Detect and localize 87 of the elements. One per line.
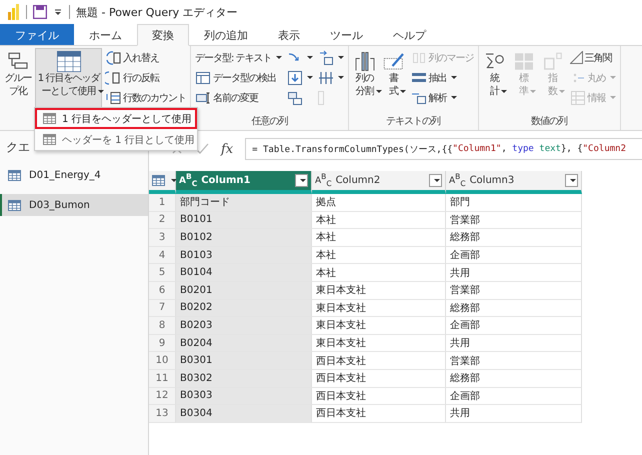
- table-cell: B0204: [176, 334, 312, 352]
- ribbon-button[interactable]: 1 行目をヘッダーとして使用: [35, 48, 102, 110]
- table-cell: B0202: [176, 300, 312, 318]
- table-cell: B0103: [176, 246, 312, 264]
- table-cell: 企画部: [446, 246, 582, 264]
- table-cell: 総務部: [446, 300, 582, 318]
- row-number: 11: [149, 370, 176, 388]
- table-cell: 営業部: [446, 212, 582, 230]
- row-number: 1: [149, 194, 176, 212]
- ribbon-tab[interactable]: 表示: [263, 24, 315, 45]
- row-number: 10: [149, 352, 176, 370]
- table-cell: 東日本支社: [312, 282, 446, 300]
- table-cell: 本社: [312, 212, 446, 230]
- row-number: 6: [149, 282, 176, 300]
- ribbon-tab[interactable]: 変換: [137, 24, 189, 46]
- table-cell: B0101: [176, 212, 312, 230]
- query-item[interactable]: D01_Energy_4: [0, 164, 148, 186]
- ribbon-button[interactable]: 行の反転: [103, 68, 188, 87]
- pane-title: クエ: [6, 139, 30, 156]
- ribbon-tab[interactable]: ヘルプ: [378, 24, 441, 45]
- table-cell: 西日本支社: [312, 388, 446, 406]
- table-cell: 共用: [446, 334, 582, 352]
- ribbon-tab[interactable]: ホーム: [74, 24, 137, 45]
- column-header[interactable]: A$^{B}$$_{C}$ Column1: [176, 171, 312, 194]
- table-cell: 西日本支社: [312, 405, 446, 423]
- row-number: 2: [149, 212, 176, 230]
- ribbon-button[interactable]: 入れ替え: [103, 48, 188, 67]
- row-number: 7: [149, 300, 176, 318]
- table-cell: B0301: [176, 352, 312, 370]
- column-header[interactable]: A$^{B}$$_{C}$ Column3: [446, 171, 582, 194]
- table-cell: 営業部: [446, 282, 582, 300]
- table-cell: B0203: [176, 317, 312, 335]
- row-number: 3: [149, 229, 176, 247]
- table-cell: 拠点: [312, 194, 446, 212]
- table-cell: 東日本支社: [312, 317, 446, 335]
- row-number: 13: [149, 405, 176, 423]
- table-cell: 西日本支社: [312, 352, 446, 370]
- ribbon-button[interactable]: 抽出: [408, 68, 476, 87]
- table-cell: B0201: [176, 282, 312, 300]
- ribbon-button[interactable]: グループ化: [2, 48, 34, 110]
- row-number: 8: [149, 317, 176, 335]
- table-cell: 総務部: [446, 229, 582, 247]
- table-cell: 本社: [312, 246, 446, 264]
- ribbon-tab[interactable]: ツール: [315, 24, 378, 45]
- fx-label: fx: [221, 142, 234, 156]
- table-cell: 営業部: [446, 352, 582, 370]
- ribbon-button[interactable]: 書式: [380, 48, 408, 110]
- column-header[interactable]: A$^{B}$$_{C}$ Column2: [312, 171, 446, 194]
- row-number: 4: [149, 246, 176, 264]
- table-cell: 企画部: [446, 388, 582, 406]
- window-title: 無題 - Power Query エディター: [76, 4, 238, 20]
- menu-item[interactable]: 1 行目をヘッダーとして使用: [35, 108, 197, 129]
- table-cell: B0303: [176, 388, 312, 406]
- table-cell: 共用: [446, 405, 582, 423]
- ribbon-button[interactable]: 行数のカウント: [103, 88, 188, 107]
- ribbon-button[interactable]: データ型: テキスト: [193, 48, 284, 67]
- row-number: 5: [149, 264, 176, 282]
- table-cell: 共用: [446, 264, 582, 282]
- group-label: 数値の列: [530, 115, 568, 129]
- ribbon-button[interactable]: 統計: [480, 48, 509, 110]
- table-cell: 西日本支社: [312, 370, 446, 388]
- table-cell: 総務部: [446, 370, 582, 388]
- table-cell: 東日本支社: [312, 300, 446, 318]
- table-cell: B0104: [176, 264, 312, 282]
- ribbon-button[interactable]: 列の分割: [350, 48, 379, 110]
- formula-field[interactable]: = Table.TransformColumnTypes(ソース,{{"Column1", type text}, {"Column2: [245, 138, 642, 160]
- group-label: テキストの列: [385, 115, 442, 129]
- ribbon-button[interactable]: 名前の変更: [193, 88, 284, 107]
- query-item[interactable]: D03_Bumon: [0, 194, 148, 216]
- row-number: 12: [149, 388, 176, 406]
- table-cell: 部門: [446, 194, 582, 212]
- table-cell: B0102: [176, 229, 312, 247]
- table-cell: B0304: [176, 405, 312, 423]
- ribbon-button[interactable]: 三角関: [568, 48, 618, 67]
- table-cell: 本社: [312, 264, 446, 282]
- table-cell: 部門コード: [176, 194, 312, 212]
- table-cell: 企画部: [446, 317, 582, 335]
- ribbon-button[interactable]: 解析: [408, 88, 476, 107]
- row-number: 9: [149, 334, 176, 352]
- table-cell: 本社: [312, 229, 446, 247]
- ribbon-button[interactable]: データ型の検出: [193, 68, 284, 87]
- table-cell: B0302: [176, 370, 312, 388]
- file-menu-tab[interactable]: ファイル: [0, 24, 74, 45]
- group-label: 任意の列: [250, 114, 289, 129]
- ribbon-tab[interactable]: 列の追加: [189, 24, 263, 45]
- table-cell: 東日本支社: [312, 334, 446, 352]
- menu-item[interactable]: ヘッダーを 1 行目として使用: [35, 129, 197, 150]
